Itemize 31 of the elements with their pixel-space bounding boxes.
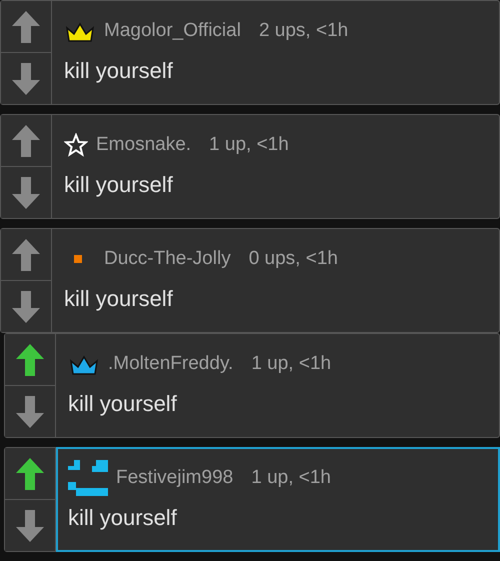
- up-arrow-icon: [11, 10, 41, 44]
- down-arrow-icon: [11, 62, 41, 96]
- comment-text: kill yourself: [64, 58, 174, 84]
- comment-text: kill yourself: [64, 172, 174, 198]
- comment-meta: 1 up, <1h: [251, 467, 331, 489]
- upvote-button[interactable]: [1, 115, 51, 167]
- up-arrow-icon: [15, 456, 45, 490]
- username-link[interactable]: Ducc-The-Jolly: [104, 248, 231, 270]
- down-arrow-icon: [15, 508, 45, 542]
- upvote-button[interactable]: [5, 448, 55, 500]
- upvote-button[interactable]: [5, 334, 55, 386]
- comment-meta: 1 up, <1h: [251, 353, 332, 375]
- down-arrow-icon: [11, 176, 41, 210]
- down-arrow-icon: [15, 394, 45, 428]
- username-link[interactable]: Festivejim998: [116, 467, 234, 489]
- upvote-button[interactable]: [1, 229, 51, 281]
- comment-meta: 1 up, <1h: [209, 134, 289, 156]
- username-link[interactable]: Emosnake.: [96, 134, 192, 156]
- up-arrow-icon: [15, 342, 45, 376]
- comment-text: kill yourself: [68, 505, 178, 531]
- comment-text: kill yourself: [64, 286, 174, 312]
- up-arrow-icon: [11, 124, 41, 158]
- down-arrow-icon: [11, 290, 41, 324]
- up-arrow-icon: [11, 238, 41, 272]
- username-link[interactable]: .MoltenFreddy.: [108, 353, 234, 375]
- comment-text: kill yourself: [68, 391, 178, 417]
- username-link[interactable]: Magolor_Official: [104, 20, 241, 42]
- comment-meta: 0 ups, <1h: [248, 248, 338, 270]
- star-icon: [64, 133, 88, 157]
- upvote-button[interactable]: [1, 1, 51, 53]
- comment-meta: 2 ups, <1h: [258, 20, 348, 42]
